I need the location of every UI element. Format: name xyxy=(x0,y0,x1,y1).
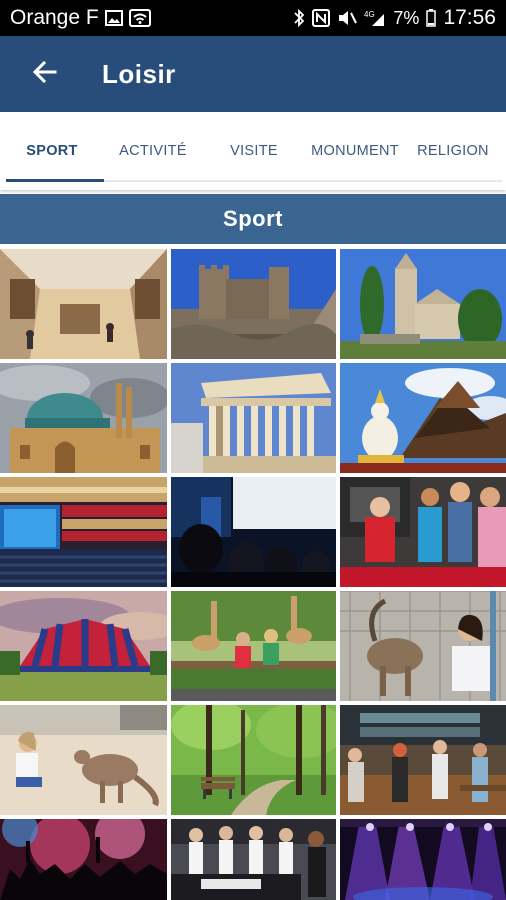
photo-opera-theater[interactable] xyxy=(0,477,167,587)
photo-museum-hall[interactable] xyxy=(0,249,167,359)
svg-text:4G: 4G xyxy=(364,10,375,19)
photo-park-bench-forest[interactable] xyxy=(171,705,336,815)
photo-mosque[interactable] xyxy=(0,363,167,473)
mute-icon xyxy=(337,9,358,27)
app-bar: Loisir xyxy=(0,36,506,112)
photo-kangaroo-child[interactable] xyxy=(0,705,167,815)
photo-bar-friends[interactable] xyxy=(340,705,506,815)
photo-concert-stage-lights[interactable] xyxy=(340,819,506,900)
wifi-icon xyxy=(128,9,151,27)
photo-zoo-giraffes-children[interactable] xyxy=(171,591,336,701)
status-bar: Orange F 4G 7% 17:56 xyxy=(0,0,506,36)
tab-label: ACTIVITÉ xyxy=(119,143,187,159)
tab-monument[interactable]: MONUMENT xyxy=(306,112,404,190)
arrow-left-icon xyxy=(32,60,57,88)
battery-icon xyxy=(426,9,437,27)
photo-nightclub-crowd[interactable] xyxy=(0,819,167,900)
tab-label: RELIGION xyxy=(417,143,489,159)
photo-roman-temple[interactable] xyxy=(171,363,336,473)
tab-sport[interactable]: SPORT xyxy=(0,112,104,190)
tab-religion[interactable]: RELIGION xyxy=(404,112,502,190)
photo-gospel-choir[interactable] xyxy=(171,819,336,900)
photo-circus-tent[interactable] xyxy=(0,591,167,701)
carrier-name: Orange F xyxy=(10,6,99,29)
nfc-icon xyxy=(312,9,331,27)
signal-icon: 4G xyxy=(364,9,386,27)
tab-visite[interactable]: VISITE xyxy=(202,112,306,190)
photo-zoo-ibex-girl[interactable] xyxy=(340,591,506,701)
photo-grid xyxy=(0,249,506,900)
photo-village-church[interactable] xyxy=(340,249,506,359)
back-button[interactable] xyxy=(0,36,90,112)
tab-label: VISITE xyxy=(230,143,278,159)
battery-percent: 7% xyxy=(393,7,420,28)
section-header: Sport xyxy=(0,194,506,244)
tab-label: MONUMENT xyxy=(311,143,399,159)
photo-escape-game-group[interactable] xyxy=(340,477,506,587)
category-tabs: SPORT ACTIVITÉ VISITE MONUMENT RELIGION xyxy=(0,112,506,190)
tab-label: SPORT xyxy=(26,143,78,159)
image-icon xyxy=(104,10,123,26)
tab-activite[interactable]: ACTIVITÉ xyxy=(104,112,202,190)
photo-castle-ruin[interactable] xyxy=(171,249,336,359)
clock: 17:56 xyxy=(443,6,496,29)
photo-cinema-audience[interactable] xyxy=(171,477,336,587)
page-title: Loisir xyxy=(102,58,176,89)
photo-buddhist-temple[interactable] xyxy=(340,363,506,473)
bluetooth-icon xyxy=(293,8,305,28)
